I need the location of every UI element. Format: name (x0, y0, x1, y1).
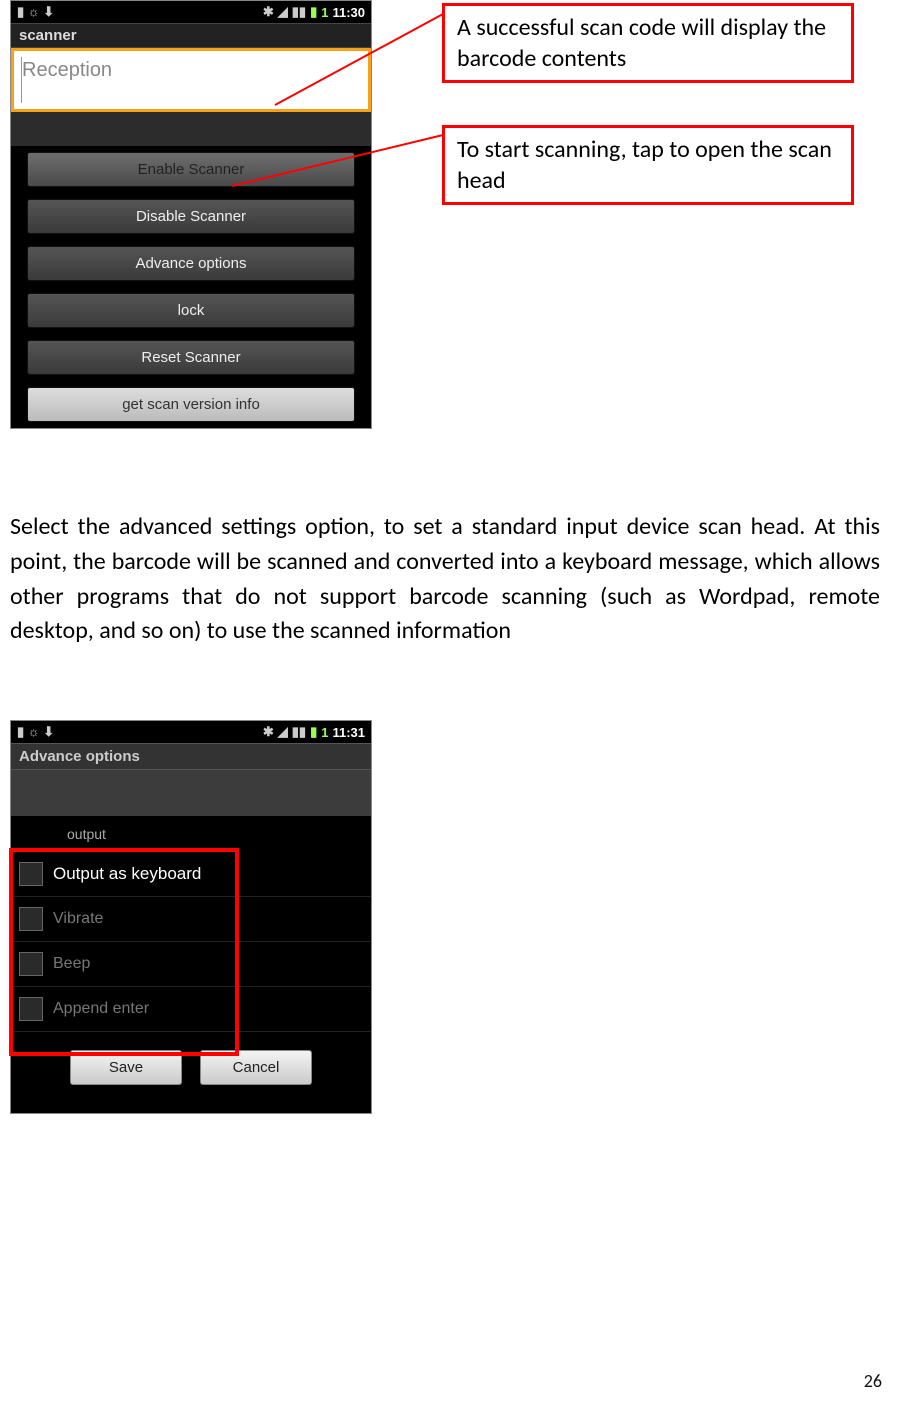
checkbox-icon[interactable] (19, 997, 43, 1021)
beep-row[interactable]: Beep (11, 942, 371, 987)
save-button[interactable]: Save (70, 1050, 182, 1085)
bluetooth-icon-2: ✱ (263, 724, 274, 740)
beep-label: Beep (53, 955, 90, 973)
status-bar: ▮ ☼ ⬇ ✱ ◢ ▮▮ ▮ 1 11:30 (11, 1, 371, 23)
badge-count: 1 (321, 5, 328, 20)
wifi-icon: ◢ (278, 4, 288, 20)
instruction-paragraph: Select the advanced settings option, to … (10, 510, 880, 649)
badge-count-2: 1 (321, 725, 328, 740)
status-left-icons: ▮ ☼ ⬇ (17, 4, 54, 20)
bluetooth-icon: ✱ (263, 4, 274, 20)
callout-scan-result: A successful scan code will display the … (442, 3, 854, 83)
append-enter-label: Append enter (53, 1000, 149, 1018)
callout-start-scan: To start scanning, tap to open the scan … (442, 125, 854, 205)
append-enter-row[interactable]: Append enter (11, 987, 371, 1032)
scanner-screenshot: ▮ ☼ ⬇ ✱ ◢ ▮▮ ▮ 1 11:30 scanner Reception… (10, 0, 372, 429)
signal-icon-2: ▮▮ (292, 724, 306, 740)
app-title: scanner (11, 23, 371, 48)
wifi-icon-2: ◢ (278, 724, 288, 740)
vibrate-label: Vibrate (53, 910, 103, 928)
output-label: output (11, 816, 371, 852)
advance-options-title: Advance options (11, 743, 371, 770)
signal-icon: ▮▮ (292, 4, 306, 20)
vibrate-row[interactable]: Vibrate (11, 897, 371, 942)
spacer (11, 112, 371, 146)
gray-band (11, 770, 371, 816)
battery-icon: ▮ (310, 4, 317, 20)
output-keyboard-label: Output as keyboard (53, 864, 201, 884)
status-left-icons-2: ▮ ☼ ⬇ (17, 724, 54, 740)
battery-icon-2: ▮ (310, 724, 317, 740)
lock-button[interactable]: lock (27, 293, 355, 328)
enable-scanner-button[interactable]: Enable Scanner (27, 152, 355, 187)
scan-result-input[interactable]: Reception (11, 48, 371, 112)
checkbox-icon[interactable] (19, 862, 43, 886)
scan-result-placeholder: Reception (22, 59, 112, 82)
page-number: 26 (864, 1370, 882, 1392)
reset-scanner-button[interactable]: Reset Scanner (27, 340, 355, 375)
disable-scanner-button[interactable]: Disable Scanner (27, 199, 355, 234)
button-bar: Save Cancel (11, 1032, 371, 1113)
advance-options-screenshot: ▮ ☼ ⬇ ✱ ◢ ▮▮ ▮ 1 11:31 Advance options o… (10, 720, 372, 1114)
version-info-button[interactable]: get scan version info (27, 387, 355, 422)
output-keyboard-row[interactable]: Output as keyboard (11, 852, 371, 897)
options-container: Output as keyboard Vibrate Beep Append e… (11, 852, 371, 1032)
advance-options-button[interactable]: Advance options (27, 246, 355, 281)
clock: 11:30 (332, 5, 365, 20)
checkbox-icon[interactable] (19, 952, 43, 976)
checkbox-icon[interactable] (19, 907, 43, 931)
clock-2: 11:31 (332, 725, 365, 740)
status-bar-2: ▮ ☼ ⬇ ✱ ◢ ▮▮ ▮ 1 11:31 (11, 721, 371, 743)
cancel-button[interactable]: Cancel (200, 1050, 312, 1085)
